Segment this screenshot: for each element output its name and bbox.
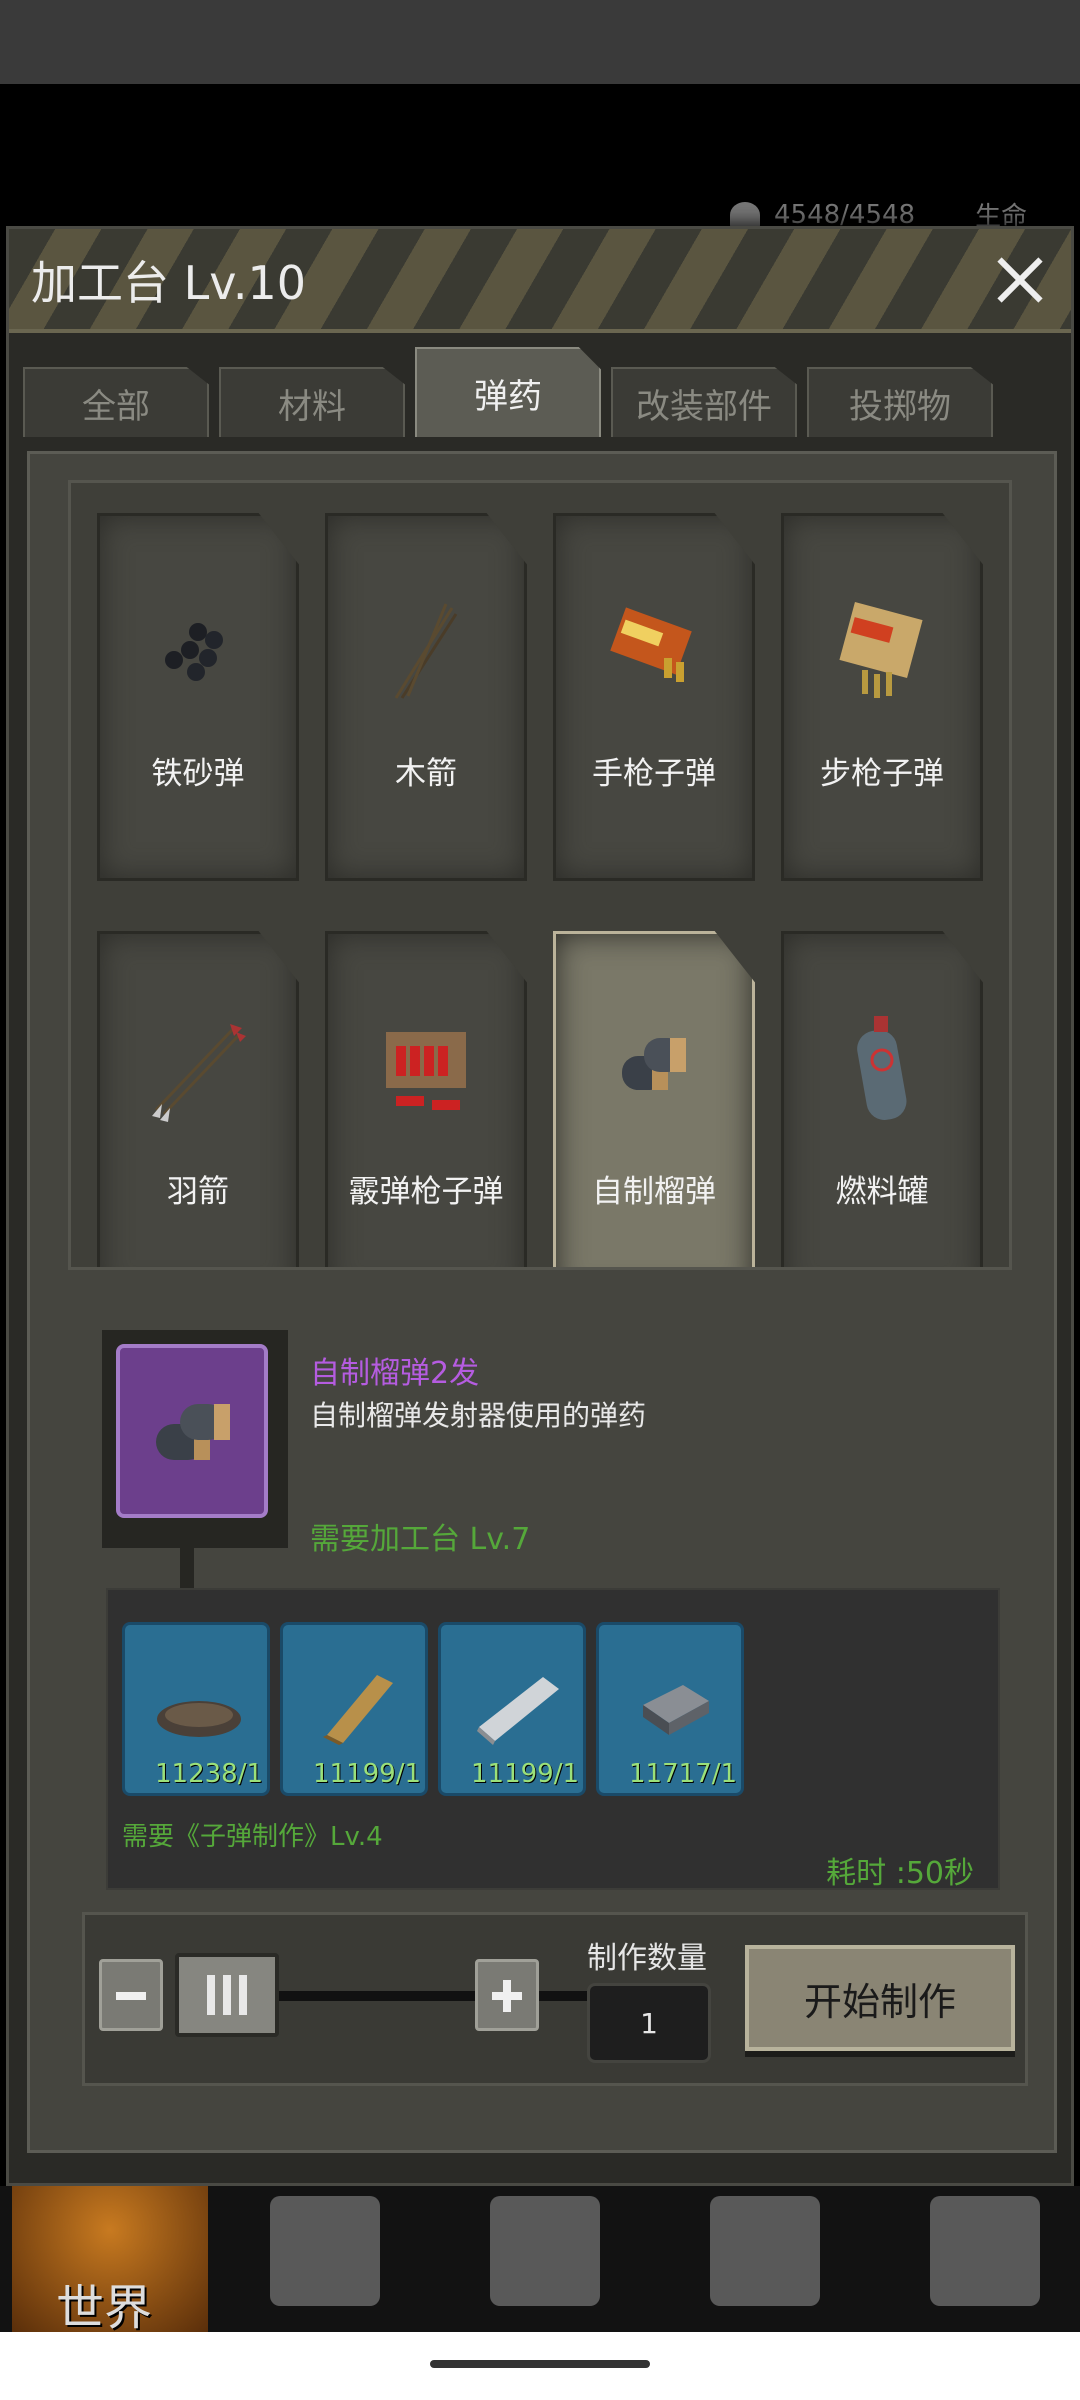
quantity-slider-handle[interactable] bbox=[175, 1953, 279, 2037]
item-card-iron-shot[interactable]: 铁砂弹 bbox=[97, 513, 299, 881]
item-card-shotgun-shell[interactable]: 霰弹枪子弹 bbox=[325, 931, 527, 1267]
close-button[interactable] bbox=[989, 249, 1051, 311]
material-count: 11238/1 bbox=[154, 1759, 263, 1789]
material-count: 11717/1 bbox=[628, 1759, 737, 1789]
category-tabs: 全部 材料 弹药 改装部件 投掷物 bbox=[23, 347, 993, 437]
tab-materials[interactable]: 材料 bbox=[219, 367, 405, 437]
bench-requirement: 需要加工台 Lv.7 bbox=[310, 1522, 531, 1557]
iron-ingot-icon bbox=[643, 1685, 709, 1735]
wooden-arrow-icon bbox=[394, 603, 458, 699]
tab-mod-parts[interactable]: 改装部件 bbox=[611, 367, 797, 437]
materials-box: 11238/1 11199/1 11199/1 11717/1 需要《子弹制作》… bbox=[106, 1588, 1000, 1891]
feather-arrow-icon bbox=[152, 1024, 246, 1122]
content-panel: 铁砂弹 木箭 手枪子弹 步枪子弹 羽箭 霰弹枪子弹 自制榴弹 燃料罐 自制榴弹2… bbox=[27, 451, 1057, 2153]
quantity-controls: 制作数量 1 开始制作 bbox=[82, 1912, 1028, 2086]
status-bar bbox=[0, 0, 1080, 84]
heart-icon bbox=[730, 202, 760, 228]
quantity-label: 制作数量 bbox=[587, 1941, 707, 1976]
backpack-icon[interactable] bbox=[270, 2196, 380, 2306]
item-label: 步枪子弹 bbox=[820, 756, 944, 792]
selected-item-name: 自制榴弹2发 bbox=[310, 1356, 480, 1391]
health-value: 4548/4548 bbox=[774, 199, 916, 230]
item-label: 自制榴弹 bbox=[592, 1174, 716, 1210]
item-grid: 铁砂弹 木箭 手枪子弹 步枪子弹 羽箭 霰弹枪子弹 自制榴弹 燃料罐 bbox=[68, 480, 1012, 1270]
material-slot-gravel[interactable]: 11238/1 bbox=[122, 1622, 270, 1796]
material-count: 11199/1 bbox=[312, 1759, 421, 1789]
gravel-icon bbox=[157, 1701, 241, 1737]
grenade-round-icon bbox=[622, 1038, 686, 1090]
pistol-ammo-icon bbox=[610, 607, 692, 682]
item-label: 手枪子弹 bbox=[592, 756, 716, 792]
wood-plank-icon bbox=[323, 1675, 393, 1745]
dialog-title-bar: 加工台 Lv.10 bbox=[9, 229, 1071, 333]
item-card-feather-arrow[interactable]: 羽箭 bbox=[97, 931, 299, 1267]
item-card-rifle-ammo[interactable]: 步枪子弹 bbox=[781, 513, 983, 881]
skills-head-icon[interactable] bbox=[490, 2196, 600, 2306]
selected-item-description: 自制榴弹发射器使用的弹药 bbox=[310, 1399, 647, 1432]
quantity-slider-track[interactable] bbox=[245, 1991, 645, 2001]
nav-world-button[interactable]: 世界 bbox=[12, 2186, 208, 2336]
crafting-calculator-icon[interactable] bbox=[710, 2196, 820, 2306]
system-home-bar bbox=[0, 2332, 1080, 2400]
fuel-tank-icon bbox=[857, 1016, 907, 1120]
item-label: 铁砂弹 bbox=[151, 756, 245, 792]
workbench-dialog: 加工台 Lv.10 全部 材料 弹药 改装部件 投掷物 铁砂弹 木箭 手枪子弹 … bbox=[6, 226, 1074, 2186]
item-label: 霰弹枪子弹 bbox=[348, 1174, 504, 1210]
quantity-field[interactable]: 1 bbox=[587, 1983, 711, 2063]
item-label: 羽箭 bbox=[167, 1174, 229, 1210]
skill-requirement: 需要《子弹制作》Lv.4 bbox=[122, 1822, 383, 1852]
decrease-quantity-button[interactable] bbox=[99, 1959, 163, 2031]
item-card-wooden-arrow[interactable]: 木箭 bbox=[325, 513, 527, 881]
shopping-cart-icon[interactable] bbox=[930, 2196, 1040, 2306]
shotgun-shell-icon bbox=[386, 1032, 466, 1110]
iron-shot-icon bbox=[165, 623, 223, 681]
material-slot-wood-plank[interactable]: 11199/1 bbox=[280, 1622, 428, 1796]
item-card-pistol-ammo[interactable]: 手枪子弹 bbox=[553, 513, 755, 881]
item-label: 木箭 bbox=[395, 756, 457, 792]
item-card-fuel-tank[interactable]: 燃料罐 bbox=[781, 931, 983, 1267]
start-crafting-button[interactable]: 开始制作 bbox=[745, 1945, 1015, 2051]
material-slot-metal-bar[interactable]: 11199/1 bbox=[438, 1622, 586, 1796]
home-indicator[interactable] bbox=[430, 2360, 650, 2368]
material-count: 11199/1 bbox=[470, 1759, 579, 1789]
grenade-round-icon bbox=[156, 1404, 230, 1460]
nav-world-label: 世界 bbox=[56, 2280, 153, 2336]
material-slot-iron-ingot[interactable]: 11717/1 bbox=[596, 1622, 744, 1796]
item-card-grenade-round[interactable]: 自制榴弹 bbox=[553, 931, 755, 1267]
tab-throwables[interactable]: 投掷物 bbox=[807, 367, 993, 437]
increase-quantity-button[interactable] bbox=[475, 1959, 539, 2031]
selected-item-icon bbox=[116, 1344, 268, 1518]
tab-ammo[interactable]: 弹药 bbox=[415, 347, 601, 437]
tab-all[interactable]: 全部 bbox=[23, 367, 209, 437]
dialog-title: 加工台 Lv.10 bbox=[31, 256, 307, 310]
rifle-ammo-icon bbox=[839, 601, 923, 698]
item-label: 燃料罐 bbox=[835, 1174, 929, 1210]
bottom-navigation: 世界 bbox=[0, 2186, 1080, 2336]
metal-bar-icon bbox=[477, 1677, 559, 1745]
craft-time: 耗时 :50秒 bbox=[826, 1856, 974, 1891]
